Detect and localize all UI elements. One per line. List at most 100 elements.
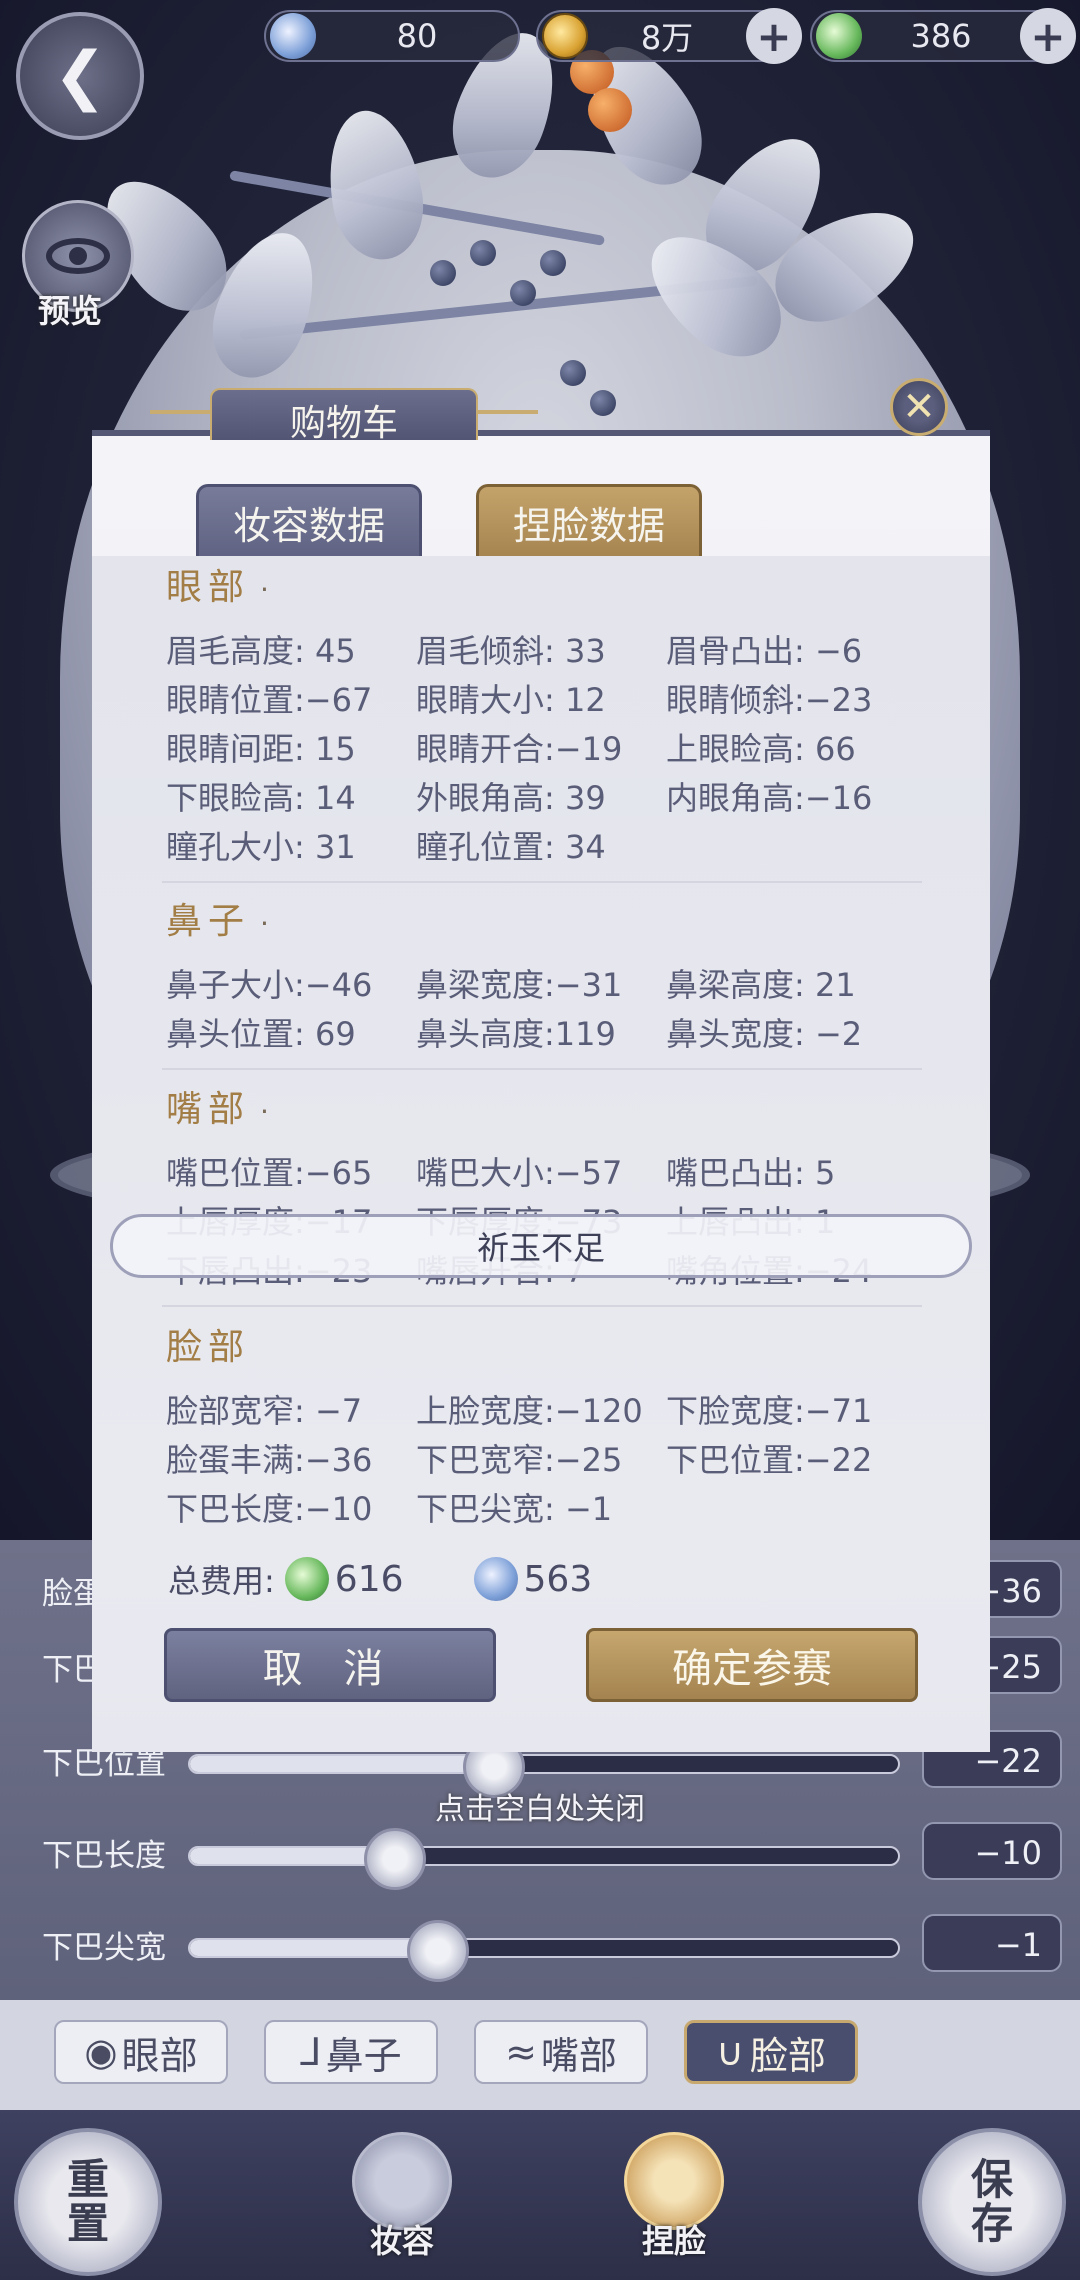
section-divider xyxy=(162,1305,922,1307)
param-item: 眼睛大小: 12 xyxy=(416,681,606,719)
hairpin-berry xyxy=(430,260,456,286)
param-item: 鼻梁高度: 21 xyxy=(666,966,856,1004)
eye-icon: ◉ xyxy=(84,2030,118,2074)
tab-label: 鼻子 xyxy=(325,2033,402,2078)
reset-button[interactable]: 重 置 xyxy=(14,2128,162,2276)
section-dot: · xyxy=(260,1095,275,1128)
cart-data-list[interactable]: 眼部 · 眉毛高度: 45 眉毛倾斜: 33 眉骨凸出: −6 眼睛位置:−67 眼睛大小:… xyxy=(92,556,990,1524)
tab-face-data[interactable]: 捏脸数据 xyxy=(476,484,702,558)
tab-mouth[interactable]: ≈ 嘴部 xyxy=(474,2020,648,2084)
param-item: 脸蛋丰满:−36 xyxy=(166,1441,373,1479)
jade-icon xyxy=(270,13,316,59)
slider-label: 下巴尖宽 xyxy=(42,1930,166,1966)
tab-label: 嘴部 xyxy=(540,2033,617,2078)
param-item: 眼睛开合:−19 xyxy=(416,730,623,768)
tab-face[interactable]: ∪ 脸部 xyxy=(684,2020,858,2084)
param-item: 上脸宽度:−120 xyxy=(416,1392,643,1430)
slider-row: 下巴尖宽 −1 xyxy=(0,1910,1080,1982)
nose-icon: ⅃ xyxy=(300,2030,322,2074)
face-mode-button[interactable]: 捏脸 xyxy=(620,2132,728,2262)
section-dot: · xyxy=(260,907,275,940)
slider-value[interactable]: −1 xyxy=(922,1914,1062,1972)
slider-track[interactable] xyxy=(188,1828,900,1890)
cost-jade-value: 563 xyxy=(523,1558,593,1600)
title-ornament xyxy=(150,410,210,414)
slider-track[interactable] xyxy=(188,1736,900,1798)
hairpin-fruit xyxy=(588,88,632,132)
param-item: 嘴巴位置:−65 xyxy=(166,1154,373,1192)
hairpin-berry xyxy=(590,390,616,416)
hairpin-berry xyxy=(470,240,496,266)
param-item: 瞳孔位置: 34 xyxy=(416,828,606,866)
category-tab-bar: ◉ 眼部 ⅃ 鼻子 ≈ 嘴部 ∪ 脸部 xyxy=(0,2000,1080,2110)
resource-value: 8万 xyxy=(640,19,694,57)
face-mode-label: 捏脸 xyxy=(641,2222,706,2260)
slider-track[interactable] xyxy=(188,1920,900,1982)
section-divider xyxy=(162,1068,922,1070)
section-title: 脸部 xyxy=(166,1318,250,1370)
param-item: 鼻头位置: 69 xyxy=(166,1015,356,1053)
param-item: 下巴宽窄:−25 xyxy=(416,1441,623,1479)
param-item: 鼻子大小:−46 xyxy=(166,966,373,1004)
save-button[interactable]: 保 存 xyxy=(918,2128,1066,2276)
cancel-button[interactable]: 取 消 xyxy=(164,1628,496,1702)
butterfly-back-icon: ❮ xyxy=(53,39,107,113)
slider-row: 下巴长度 −10 xyxy=(0,1818,1080,1890)
param-item: 嘴巴凸出: 5 xyxy=(666,1154,836,1192)
total-cost-label: 总费用: xyxy=(168,1562,275,1600)
green-token-icon xyxy=(284,1557,329,1601)
add-green-token-button[interactable]: + xyxy=(1020,8,1076,64)
insufficient-toast: 祈玉不足 xyxy=(110,1214,972,1278)
section-title-text: 眼部 xyxy=(166,567,251,608)
param-item: 眉毛高度: 45 xyxy=(166,632,356,670)
slider-value[interactable]: −10 xyxy=(922,1822,1062,1880)
add-coin-button[interactable]: + xyxy=(746,8,802,64)
face-icon: ∪ xyxy=(716,2030,744,2074)
slider-knob[interactable] xyxy=(364,1828,427,1890)
hairpin-berry xyxy=(540,250,566,276)
cost-green-value: 616 xyxy=(334,1558,404,1600)
makeup-mode-label: 妆容 xyxy=(369,2222,434,2260)
param-item: 瞳孔大小: 31 xyxy=(166,828,356,866)
param-item: 下巴长度:−10 xyxy=(166,1490,373,1524)
param-item: 鼻头高度:119 xyxy=(416,1015,616,1053)
close-button[interactable]: ✕ xyxy=(890,378,948,436)
preview-label: 预览 xyxy=(38,292,103,330)
section-divider xyxy=(162,881,922,883)
green-token-icon xyxy=(816,13,862,59)
param-item: 嘴巴大小:−57 xyxy=(416,1154,623,1192)
param-item: 眼睛间距: 15 xyxy=(166,730,356,768)
close-x-icon: ✕ xyxy=(902,384,936,430)
param-item: 眼睛位置:−67 xyxy=(166,681,373,719)
bottom-bar: 重 置 妆容 捏脸 保 存 xyxy=(0,2110,1080,2280)
hairpin-berry xyxy=(510,280,536,306)
resource-jade: 80 xyxy=(264,10,520,62)
param-item: 内眼角高:−16 xyxy=(666,779,873,817)
slider-label: 下巴长度 xyxy=(42,1838,166,1874)
section-title-text: 嘴部 xyxy=(166,1089,251,1130)
param-item: 眉毛倾斜: 33 xyxy=(416,632,606,670)
modal-title: 购物车 xyxy=(210,388,478,444)
section-title-text: 鼻子 xyxy=(166,901,251,942)
slider-knob[interactable] xyxy=(406,1920,469,1982)
param-item: 脸部宽窄: −7 xyxy=(166,1392,363,1430)
tab-label: 眼部 xyxy=(121,2033,198,2078)
total-cost: 总费用: 616 563 xyxy=(168,1556,652,1602)
mouth-icon: ≈ xyxy=(505,2030,537,2074)
param-item: 鼻梁宽度:−31 xyxy=(416,966,623,1004)
makeup-mode-button[interactable]: 妆容 xyxy=(348,2132,456,2262)
tab-eyes[interactable]: ◉ 眼部 xyxy=(54,2020,228,2084)
slider-fill xyxy=(190,1756,495,1772)
param-item: 下眼睑高: 14 xyxy=(166,779,356,817)
tab-nose[interactable]: ⅃ 鼻子 xyxy=(264,2020,438,2084)
resource-green-token: 386 + xyxy=(810,8,1076,64)
confirm-entry-button[interactable]: 确定参赛 xyxy=(586,1628,918,1702)
tab-makeup-data[interactable]: 妆容数据 xyxy=(196,484,422,558)
section-title: 眼部 · xyxy=(166,558,275,610)
resource-value: 386 xyxy=(910,17,972,55)
back-button[interactable]: ❮ xyxy=(16,12,144,140)
section-title: 鼻子 · xyxy=(166,892,275,944)
param-item: 下巴位置:−22 xyxy=(666,1441,873,1479)
resource-coin: 8万 + xyxy=(536,8,802,64)
hairpin-berry xyxy=(560,360,586,386)
